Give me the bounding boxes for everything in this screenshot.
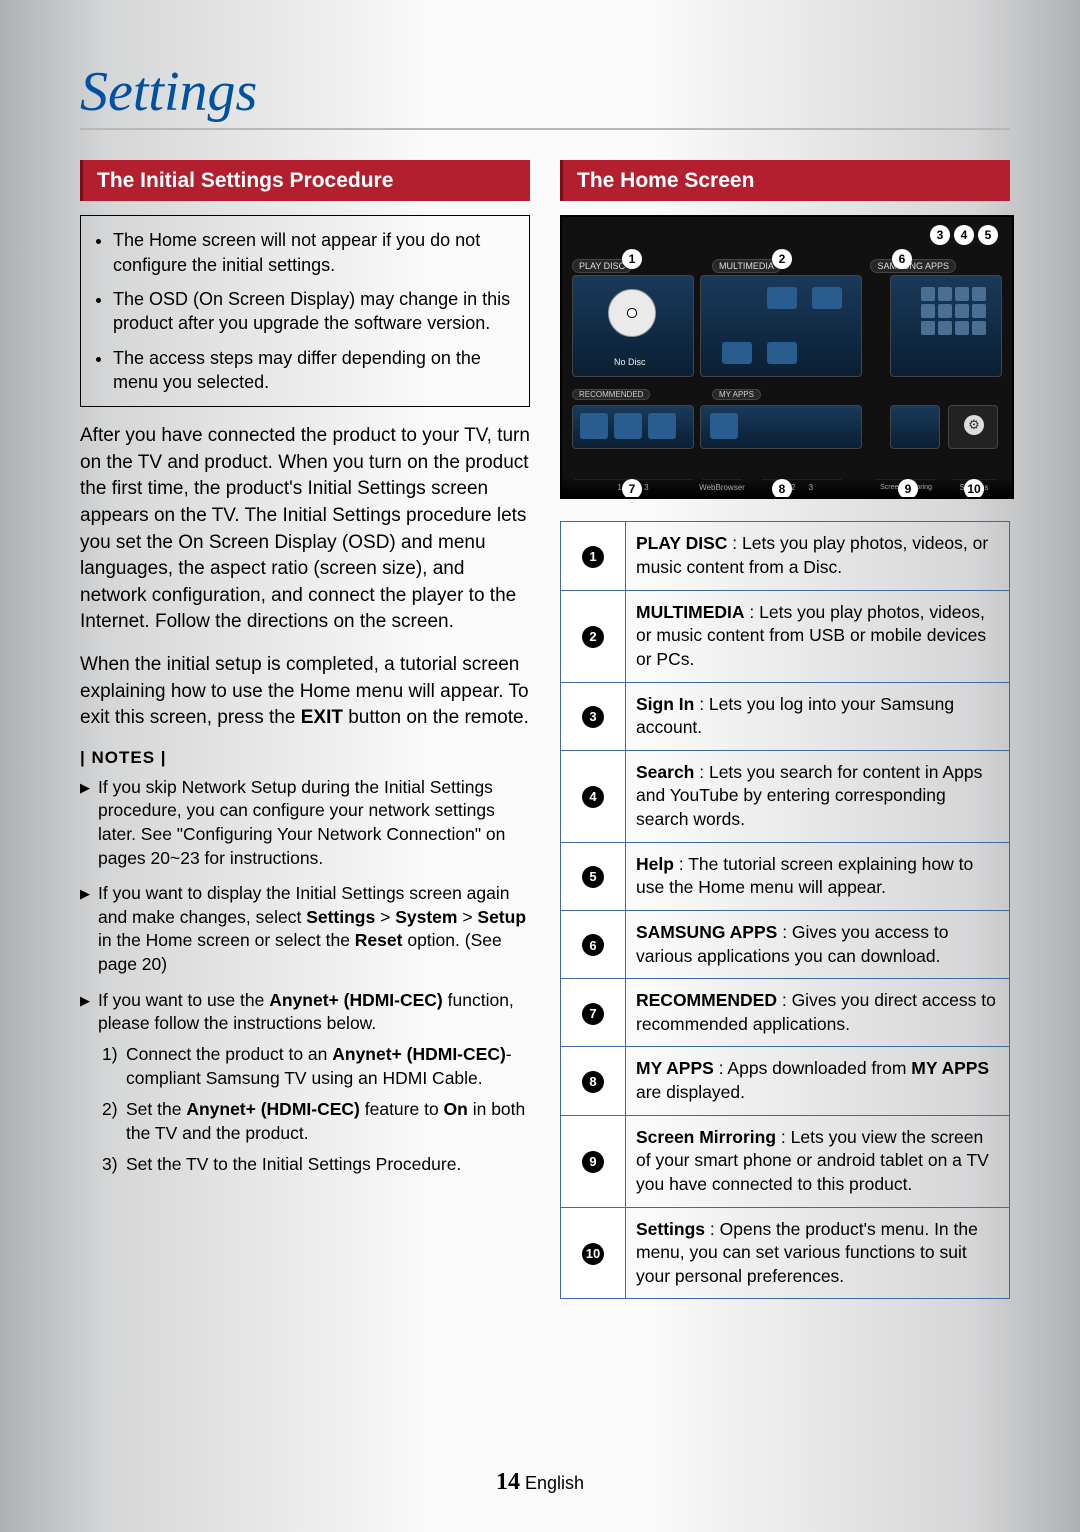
- page-footer: 14 English: [0, 1469, 1080, 1496]
- text: Anynet+ (HDMI-CEC): [269, 990, 443, 1010]
- text: >: [375, 907, 395, 927]
- web-browser-label: WebBrowser: [702, 479, 742, 494]
- arrow-icon: ▶: [80, 989, 98, 1177]
- row-desc-cell: Screen Mirroring : Lets you view the scr…: [626, 1115, 1010, 1207]
- note-item: ▶ If you want to use the Anynet+ (HDMI-C…: [80, 989, 530, 1177]
- row-number-cell: 9: [561, 1115, 626, 1207]
- box-bullet: The Home screen will not appear if you d…: [113, 228, 515, 277]
- no-disc-label: No Disc: [614, 357, 646, 367]
- number-badge: 6: [582, 934, 604, 956]
- my-apps-label: MY APPS: [712, 389, 761, 400]
- paragraph: After you have connected the product to …: [80, 423, 530, 636]
- number-badge: 9: [582, 1151, 604, 1173]
- page-title: Settings: [80, 60, 1010, 124]
- table-row: 5 Help : The tutorial screen explaining h…: [561, 842, 1010, 910]
- number-badge: 8: [582, 1071, 604, 1093]
- recommended-label: RECOMMENDED: [572, 389, 650, 400]
- callout-badge: 2: [772, 249, 792, 269]
- callout-badge: 4: [954, 225, 974, 245]
- row-desc-cell: Help : The tutorial screen explaining ho…: [626, 842, 1010, 910]
- thumbnail: [812, 287, 842, 309]
- sub-step: 3)Set the TV to the Initial Settings Pro…: [102, 1152, 530, 1177]
- row-desc-cell: Search : Lets you search for content in …: [626, 750, 1010, 842]
- number-badge: 3: [582, 706, 604, 728]
- samsung-apps-label: SAMSUNG APPS: [870, 259, 956, 273]
- thumbnail: [767, 342, 797, 364]
- note-item: ▶ If you skip Network Setup during the I…: [80, 776, 530, 871]
- row-number-cell: 5: [561, 842, 626, 910]
- text: If you want to use the: [98, 990, 269, 1010]
- callout-badge: 1: [622, 249, 642, 269]
- paragraph: When the initial setup is completed, a t…: [80, 652, 530, 732]
- arrow-icon: ▶: [80, 882, 98, 977]
- thumbnail: [722, 342, 752, 364]
- row-number-cell: 8: [561, 1047, 626, 1115]
- number-badge: 10: [582, 1243, 604, 1265]
- row-number-cell: 1: [561, 522, 626, 590]
- table-row: 2 MULTIMEDIA : Lets you play photos, vide…: [561, 590, 1010, 682]
- text: Setup: [477, 907, 526, 927]
- row-number-cell: 2: [561, 590, 626, 682]
- right-column: The Home Screen 3 4 5 PLAY DISC 1 MULTIM…: [560, 160, 1010, 1299]
- table-row: 1 PLAY DISC : Lets you play photos, video…: [561, 522, 1010, 590]
- notes-header: | NOTES |: [80, 748, 530, 768]
- row-number-cell: 6: [561, 910, 626, 978]
- box-bullet: The OSD (On Screen Display) may change i…: [113, 287, 515, 336]
- row-desc-cell: SAMSUNG APPS : Gives you access to vario…: [626, 910, 1010, 978]
- row-number-cell: 7: [561, 979, 626, 1047]
- title-underline: [80, 128, 1010, 130]
- text: button on the remote.: [343, 707, 529, 728]
- row-number-cell: 4: [561, 750, 626, 842]
- sub-step: 2)Set the Anynet+ (HDMI-CEC) feature to …: [102, 1097, 530, 1146]
- row-desc-cell: Sign In : Lets you log into your Samsung…: [626, 682, 1010, 750]
- table-row: 3 Sign In : Lets you log into your Samsun…: [561, 682, 1010, 750]
- table-row: 6 SAMSUNG APPS : Gives you access to vari…: [561, 910, 1010, 978]
- table-row: 9 Screen Mirroring : Lets you view the sc…: [561, 1115, 1010, 1207]
- table-row: 4 Search : Lets you search for content in…: [561, 750, 1010, 842]
- number-badge: 7: [582, 1003, 604, 1025]
- table-row: 8 MY APPS : Apps downloaded from MY APPS …: [561, 1047, 1010, 1115]
- text: Reset: [355, 930, 403, 950]
- row-desc-cell: Settings : Opens the product's menu. In …: [626, 1207, 1010, 1299]
- multimedia-label: MULTIMEDIA: [712, 259, 781, 273]
- thumbnail: [767, 287, 797, 309]
- text: System: [395, 907, 457, 927]
- row-desc-cell: MULTIMEDIA : Lets you play photos, video…: [626, 590, 1010, 682]
- screen-mirroring-panel: [890, 405, 940, 449]
- left-column: The Initial Settings Procedure The Home …: [80, 160, 530, 1299]
- row-number-cell: 3: [561, 682, 626, 750]
- text: Settings: [306, 907, 375, 927]
- number-badge: 2: [582, 626, 604, 648]
- text: >: [457, 907, 477, 927]
- callout-badge: 5: [978, 225, 998, 245]
- arrow-icon: ▶: [80, 776, 98, 871]
- callout-badge: 3: [930, 225, 950, 245]
- section-header-home: The Home Screen: [560, 160, 1010, 201]
- text: in the Home screen or select the: [98, 930, 355, 950]
- number-badge: 1: [582, 546, 604, 568]
- info-box: The Home screen will not appear if you d…: [80, 215, 530, 407]
- section-header-initial: The Initial Settings Procedure: [80, 160, 530, 201]
- row-desc-cell: MY APPS : Apps downloaded from MY APPS a…: [626, 1047, 1010, 1115]
- table-row: 7 RECOMMENDED : Gives you direct access t…: [561, 979, 1010, 1047]
- description-table: 1 PLAY DISC : Lets you play photos, video…: [560, 521, 1010, 1299]
- table-row: 10 Settings : Opens the product's menu. I…: [561, 1207, 1010, 1299]
- row-number-cell: 10: [561, 1207, 626, 1299]
- box-bullet: The access steps may differ depending on…: [113, 346, 515, 395]
- apps-grid: [921, 287, 986, 335]
- page-lang: English: [525, 1473, 584, 1493]
- notes-list: ▶ If you skip Network Setup during the I…: [80, 776, 530, 1177]
- text: If you skip Network Setup during the Ini…: [98, 777, 505, 868]
- number-badge: 4: [582, 786, 604, 808]
- row-desc-cell: PLAY DISC : Lets you play photos, videos…: [626, 522, 1010, 590]
- note-item: ▶ If you want to display the Initial Set…: [80, 882, 530, 977]
- page-number: 14: [496, 1469, 520, 1495]
- number-badge: 5: [582, 866, 604, 888]
- sub-step: 1)Connect the product to an Anynet+ (HDM…: [102, 1042, 530, 1091]
- row-desc-cell: RECOMMENDED : Gives you direct access to…: [626, 979, 1010, 1047]
- exit-label: EXIT: [301, 707, 343, 728]
- home-screen-figure: 3 4 5 PLAY DISC 1 MULTIMEDIA 2 SAMSUNG A…: [560, 215, 1014, 499]
